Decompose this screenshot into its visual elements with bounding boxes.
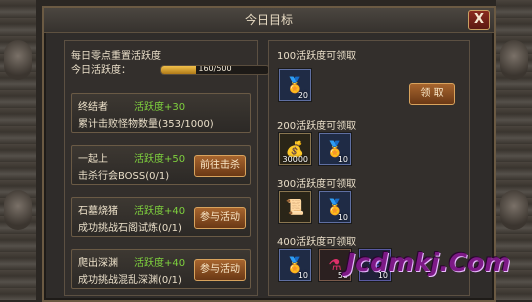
item-quantity: 20 (297, 91, 308, 100)
scroll-icon: 📜 (285, 198, 305, 216)
task-reward: 活跃度+40 (134, 206, 186, 217)
pillar-ornament-icon (500, 190, 528, 230)
task-card: 一起上 活跃度+50 击杀行会BOSS(0/1) 前往击杀 (71, 145, 251, 185)
reward-item-slot[interactable]: 💰 30000 (279, 133, 311, 165)
task-description: 成功挑战石阁试炼(0/1) (78, 223, 182, 234)
pillar-ornament-icon (4, 40, 32, 80)
task-reward: 活跃度+50 (134, 154, 186, 165)
task-name: 爬出深渊 (78, 258, 118, 269)
task-reward: 活跃度+40 (134, 258, 186, 269)
go-kill-button[interactable]: 前往击杀 (194, 155, 246, 177)
task-card: 石墓烧猪 活跃度+40 成功挑战石阁试炼(0/1) 参与活动 (71, 197, 251, 237)
activity-progress-text: 160/500 (198, 65, 232, 73)
window-title: 今日目标 (44, 8, 494, 33)
item-quantity: 30000 (282, 155, 308, 164)
task-name: 一起上 (78, 154, 108, 165)
item-quantity: 10 (337, 155, 348, 164)
reward-tier-label: 400活跃度可领取 (277, 237, 357, 248)
reward-tier-label: 200活跃度可领取 (277, 121, 357, 132)
site-watermark: Jcdmkj.Com (346, 248, 511, 277)
reward-item-slot[interactable]: 🏅 10 (319, 191, 351, 223)
task-description: 成功挑战混乱深渊(0/1) (78, 275, 182, 286)
claim-button[interactable]: 领 取 (409, 83, 455, 105)
task-reward: 活跃度+30 (134, 102, 186, 113)
task-card: 终结者 活跃度+30 累计击败怪物数量(353/1000) (71, 93, 251, 133)
item-quantity: 10 (337, 213, 348, 222)
activity-progress-label: 今日活跃度： (71, 65, 131, 76)
close-button[interactable]: X (468, 10, 490, 30)
reward-item-slot[interactable]: 📜 (279, 191, 311, 223)
task-description: 累计击败怪物数量(353/1000) (78, 119, 214, 130)
reward-tier-label: 300活跃度可领取 (277, 179, 357, 190)
join-event-button[interactable]: 参与活动 (194, 259, 246, 281)
stone-pillar-left (0, 0, 36, 300)
join-event-button[interactable]: 参与活动 (194, 207, 246, 229)
activity-reset-note: 每日零点重置活跃度 (71, 51, 161, 62)
tasks-panel: 每日零点重置活跃度 今日活跃度： 160/500 终结者 活跃度+30 累计击败… (64, 40, 270, 296)
task-name: 终结者 (78, 102, 108, 113)
task-description: 击杀行会BOSS(0/1) (78, 171, 170, 182)
pillar-ornament-icon (500, 40, 528, 80)
item-quantity: 10 (297, 271, 308, 280)
reward-tier-label: 100活跃度可领取 (277, 51, 357, 62)
reward-item-slot[interactable]: 🏅 10 (279, 249, 311, 281)
pillar-ornament-icon (4, 190, 32, 230)
reward-item-slot[interactable]: 🏅 20 (279, 69, 311, 101)
task-name: 石墓烧猪 (78, 206, 118, 217)
task-card: 爬出深渊 活跃度+40 成功挑战混乱深渊(0/1) 参与活动 (71, 249, 251, 289)
activity-progress-bar: 160/500 (160, 65, 270, 75)
reward-item-slot[interactable]: 🏅 10 (319, 133, 351, 165)
